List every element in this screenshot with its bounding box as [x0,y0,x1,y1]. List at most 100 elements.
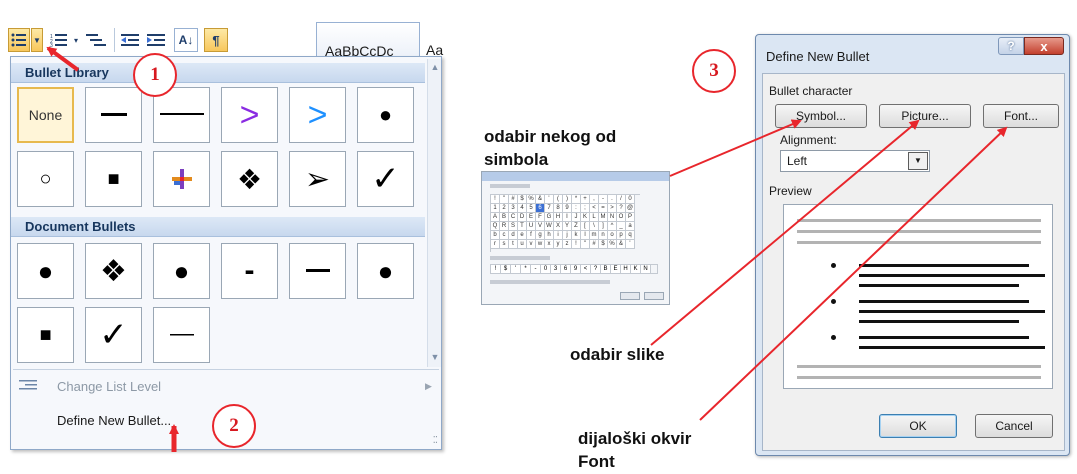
define-new-bullet-item[interactable]: Define New Bullet... [57,413,171,428]
ok-button[interactable]: OK [879,414,957,438]
show-formatting-button[interactable]: ¶ [204,28,228,52]
symbol-cell: M [599,213,608,222]
filled-circle-bullet-icon: ● [378,102,393,127]
doc-bullet-diamond-cluster[interactable]: ❖ [85,243,142,299]
numbering-button[interactable]: 123 [48,28,70,52]
bullet-purple-chevron[interactable]: > [221,87,278,143]
gallery-scrollbar[interactable]: ▲ ▼ [427,59,441,367]
annotation-font-line2: Font [578,452,615,471]
doc-bullet-checkmark[interactable]: ✓ [85,307,142,363]
symbol-cell: ' [545,195,554,204]
symbol-cell: A [491,213,500,222]
symbol-cell: 6 [536,204,545,213]
symbol-grid: ! " # $% & '() * +, -./0 1 2 3 4 5 6 7 8 9:; < = >? @ A B C D E F G H… [490,194,640,252]
picture-button[interactable]: Picture... [879,104,971,128]
increase-indent-icon [147,34,165,46]
recent-symbols-row: ! $ ' * -0 3 6 9 <? B E H K N [490,264,658,274]
symbol-cell: v [527,240,536,249]
bullet-blue-chevron[interactable]: > [289,87,346,143]
symbol-cell: i [554,231,563,240]
symbol-cell: ) [563,195,572,204]
symbol-cell: + [581,195,590,204]
preview-bullet-dot [831,335,836,340]
doc-bullet-hyphen[interactable]: - [221,243,278,299]
symbol-cell: V [536,222,545,231]
recent-symbol-cell: B [601,265,611,273]
doc-bullet-thin-dash[interactable] [153,307,210,363]
resize-grip-icon[interactable]: ⁚⁚ [433,436,438,446]
symbol-cell: y [554,240,563,249]
bullet-hollow-circle[interactable]: ○ [17,151,74,207]
bullet-diamond-cluster[interactable]: ❖ [221,151,278,207]
bullets-button[interactable] [8,28,30,52]
help-icon: ? [1007,39,1015,53]
symbol-cell: < [590,204,599,213]
cancel-button[interactable]: Cancel [975,414,1053,438]
symbol-cell: B [500,213,509,222]
symbol-cell: T [518,222,527,231]
symbol-cell: t [509,240,518,249]
close-button[interactable]: x [1024,37,1064,55]
bullet-none[interactable]: None [17,87,74,143]
thin-dash-bullet-icon [169,334,194,336]
preview-text-line [859,310,1045,313]
annotation-symbol-line2: simbola [484,150,549,169]
bullets-dropdown-arrow[interactable]: ▼ [31,28,43,52]
symbol-cell: & [617,240,626,249]
bullet-arrowhead[interactable]: ➢ [289,151,346,207]
menu-divider [13,369,439,370]
symbol-cell: J [572,213,581,222]
increase-indent-button[interactable] [144,28,168,52]
multilevel-list-button[interactable] [84,28,110,52]
symbol-cell: 4 [518,204,527,213]
doc-bullet-filled-circle-2[interactable]: ● [153,243,210,299]
doc-bullet-filled-square[interactable]: ■ [17,307,74,363]
chevron-down-icon: ▼ [33,35,41,45]
dash-bullet-icon [305,269,330,272]
preview-text-line [859,346,1045,349]
bullet-color-cross[interactable] [153,151,210,207]
dialog-body: Bullet character Symbol... Picture... Fo… [762,73,1065,451]
change-list-level-item[interactable]: Change List Level [57,379,161,394]
preview-gray-line [797,376,1041,379]
decrease-indent-button[interactable] [118,28,142,52]
alignment-select[interactable]: Left ▼ [780,150,930,172]
doc-bullet-filled-circle-3[interactable]: ● [357,243,414,299]
doc-bullet-dash[interactable] [289,243,346,299]
preview-text-line [859,284,1019,287]
numbering-dropdown-arrow[interactable]: ▾ [71,28,81,52]
bullet-none-label: None [28,107,63,123]
bullet-filled-circle[interactable]: ● [357,87,414,143]
thumbnail-titlebar [482,172,669,181]
symbol-cell: # [509,195,518,204]
symbol-cell: ! [491,195,500,204]
symbol-cell: P [626,213,635,222]
symbol-cell: 3 [509,204,518,213]
symbol-cell: w [536,240,545,249]
bullet-filled-square[interactable]: ■ [85,151,142,207]
short-dash-bullet-icon [100,113,127,116]
symbol-cell: h [545,231,554,240]
toolbar-separator [114,28,115,52]
bullet-preview [783,204,1053,389]
bullet-short-dash[interactable] [85,87,142,143]
alignment-label: Alignment: [780,133,837,147]
preview-gray-line [797,365,1041,368]
thumbnail-line [490,184,530,188]
sort-button[interactable]: A↓ [174,28,198,52]
bullet-checkmark[interactable]: ✓ [357,151,414,207]
scroll-down-icon[interactable]: ▼ [429,351,441,363]
symbol-button[interactable]: Symbol... [775,104,867,128]
symbol-cell: : [572,204,581,213]
recent-symbol-cell: ' [511,265,521,273]
recent-symbol-cell: - [531,265,541,273]
document-bullets-heading: Document Bullets [11,217,425,237]
chevron-down-icon[interactable]: ▼ [908,152,928,170]
alignment-value: Left [787,154,808,168]
symbol-cell: R [500,222,509,231]
symbol-cell: " [500,195,509,204]
help-button[interactable]: ? [998,37,1024,55]
doc-bullet-filled-circle[interactable]: ● [17,243,74,299]
font-button[interactable]: Font... [983,104,1059,128]
scroll-up-icon[interactable]: ▲ [429,61,441,73]
